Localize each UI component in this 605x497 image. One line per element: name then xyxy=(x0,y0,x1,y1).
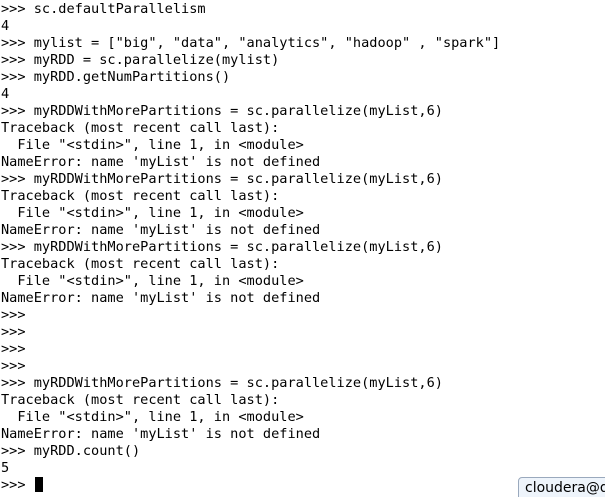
terminal-line: File "<stdin>", line 1, in <module> xyxy=(1,205,304,221)
terminal-window[interactable]: >>> sc.defaultParallelism 4 >>> mylist = [… xyxy=(0,0,605,497)
terminal-line: Traceback (most recent call last): xyxy=(1,392,280,408)
terminal-line: >>> myRDD.getNumPartitions() xyxy=(1,69,231,85)
terminal-line: 4 xyxy=(1,18,10,34)
terminal-line: NameError: name 'myList' is not defined xyxy=(1,290,321,306)
text-cursor xyxy=(34,477,43,492)
terminal-line: >>> xyxy=(1,358,26,374)
terminal-line: >>> xyxy=(1,324,26,340)
terminal-line: >>> xyxy=(1,341,26,357)
terminal-line: >>> myRDD = sc.parallelize(mylist) xyxy=(1,52,280,68)
terminal-line: >>> myRDD.count() xyxy=(1,443,141,459)
prompt-line[interactable]: >>> xyxy=(1,477,500,494)
window-tooltip: cloudera@q xyxy=(518,477,605,497)
terminal-line: >>> mylist = ["big", "data", "analytics"… xyxy=(1,35,501,51)
terminal-line: File "<stdin>", line 1, in <module> xyxy=(1,273,304,289)
terminal-line: NameError: name 'myList' is not defined xyxy=(1,222,321,238)
terminal-line: NameError: name 'myList' is not defined xyxy=(1,426,321,442)
terminal-line: 5 xyxy=(1,460,10,476)
terminal-line: Traceback (most recent call last): xyxy=(1,120,280,136)
terminal-line: Traceback (most recent call last): xyxy=(1,188,280,204)
terminal-line: >>> xyxy=(1,307,26,323)
terminal-line: >>> sc.defaultParallelism xyxy=(1,1,206,17)
terminal-output: >>> sc.defaultParallelism 4 >>> mylist = [… xyxy=(1,1,500,494)
terminal-line: >>> myRDDWithMorePartitions = sc.paralle… xyxy=(1,239,443,255)
terminal-line: Traceback (most recent call last): xyxy=(1,256,280,272)
terminal-line: >>> myRDDWithMorePartitions = sc.paralle… xyxy=(1,375,443,391)
terminal-line: NameError: name 'myList' is not defined xyxy=(1,154,321,170)
terminal-line: >>> myRDDWithMorePartitions = sc.paralle… xyxy=(1,171,443,187)
tooltip-label: cloudera@q xyxy=(525,480,605,496)
terminal-line: File "<stdin>", line 1, in <module> xyxy=(1,137,304,153)
terminal-line: >>> myRDDWithMorePartitions = sc.paralle… xyxy=(1,103,443,119)
terminal-line: File "<stdin>", line 1, in <module> xyxy=(1,409,304,425)
prompt-text: >>> xyxy=(1,477,34,493)
terminal-line: 4 xyxy=(1,86,10,102)
